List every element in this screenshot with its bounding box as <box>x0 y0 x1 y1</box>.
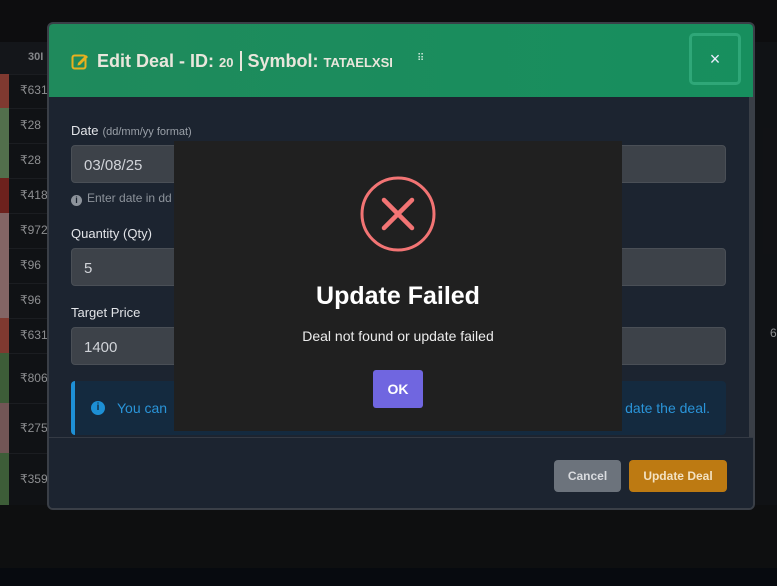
info-circle-icon: i <box>91 401 105 415</box>
drag-handle-icon[interactable]: ⠿ <box>417 54 424 64</box>
deal-id: 20 <box>219 55 234 70</box>
modal-header: Edit Deal - ID: 20 Symbol: TATAELXSI ⠿ × <box>49 24 753 97</box>
ok-button[interactable]: OK <box>373 370 423 408</box>
cancel-button[interactable]: Cancel <box>554 460 621 492</box>
alert-text-start: You can <box>117 400 168 416</box>
title-separator <box>239 51 242 71</box>
symbol-label: Symbol: <box>247 51 319 71</box>
title-prefix: Edit Deal - ID: <box>97 51 215 71</box>
update-deal-button[interactable]: Update Deal <box>629 460 727 492</box>
date-label: Date <box>71 123 99 138</box>
date-helper: i Enter date in dd <box>71 191 172 206</box>
date-helper-text: Enter date in dd <box>87 191 172 205</box>
dialog-title: Update Failed <box>316 282 480 310</box>
alert-text-end: date the deal. <box>625 400 710 416</box>
update-failed-dialog: Update Failed Deal not found or update f… <box>174 141 622 431</box>
modal-title: Edit Deal - ID: 20 Symbol: TATAELXSI <box>71 51 393 75</box>
symbol-value: TATAELXSI <box>323 55 393 70</box>
error-x-icon <box>360 176 436 257</box>
close-button[interactable]: × <box>689 33 741 85</box>
modal-scrollbar[interactable] <box>749 97 753 437</box>
info-icon: i <box>71 195 82 206</box>
date-format-hint: (dd/mm/yy format) <box>102 126 192 138</box>
quantity-label: Quantity (Qty) <box>71 226 152 241</box>
edit-icon <box>71 52 89 75</box>
target-price-label: Target Price <box>71 305 141 320</box>
dialog-message: Deal not found or update failed <box>302 328 494 344</box>
modal-footer: Cancel Update Deal <box>49 437 753 508</box>
date-label-row: Date (dd/mm/yy format) <box>71 123 192 138</box>
